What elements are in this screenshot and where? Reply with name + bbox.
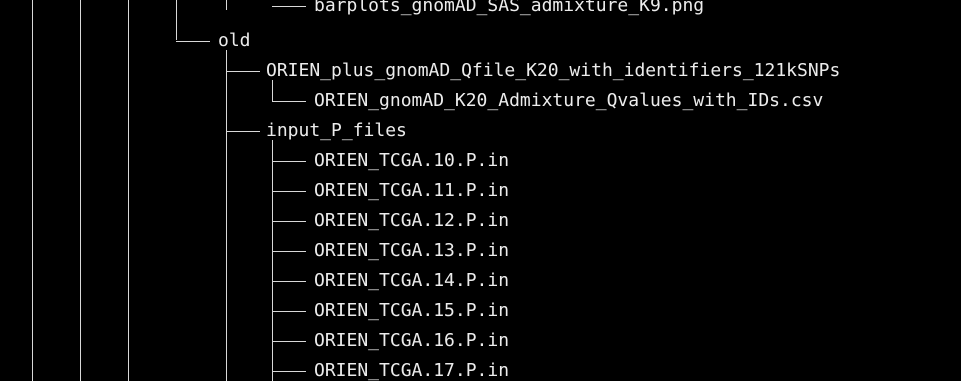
tree-entry-label: ORIEN_TCGA.10.P.in [314,150,510,171]
tree-entry[interactable]: old [0,26,961,56]
tree-entry[interactable]: ORIEN_gnomAD_K20_Admixture_Qvalues_with_… [0,86,961,116]
tree-entry-label: ORIEN_TCGA.16.P.in [314,330,510,351]
tree-entry-label: ORIEN_TCGA.12.P.in [314,210,510,231]
tree-entry-label: ORIEN_TCGA.13.P.in [314,240,510,261]
tree-entry-label: ORIEN_TCGA.11.P.in [314,180,510,201]
tree-entry[interactable]: ORIEN_TCGA.15.P.in [0,296,961,326]
tree-entry-label: old [218,30,251,51]
tree-entry[interactable]: barplots_gnomAD_SAS_admixture_K9.png [0,0,961,21]
tree-entry-label: ORIEN_TCGA.17.P.in [314,360,510,381]
tree-entry[interactable]: ORIEN_TCGA.10.P.in [0,146,961,176]
tree-entry-label: ORIEN_plus_gnomAD_Qfile_K20_with_identif… [266,60,841,81]
tree-entry-label: ORIEN_TCGA.14.P.in [314,270,510,291]
tree-entry-label: ORIEN_TCGA.15.P.in [314,300,510,321]
tree-entry-label: barplots_gnomAD_SAS_admixture_K9.png [314,0,705,16]
tree-entry[interactable]: ORIEN_TCGA.11.P.in [0,176,961,206]
tree-entry[interactable]: ORIEN_TCGA.16.P.in [0,326,961,356]
tree-entry-label: ORIEN_gnomAD_K20_Admixture_Qvalues_with_… [314,90,824,111]
tree-entry[interactable]: ORIEN_TCGA.13.P.in [0,236,961,266]
tree-entry[interactable]: input_P_files [0,116,961,146]
tree-entry[interactable]: ORIEN_TCGA.14.P.in [0,266,961,296]
tree-entry-label: input_P_files [266,120,407,141]
tree-entry[interactable]: ORIEN_TCGA.12.P.in [0,206,961,236]
tree-entry[interactable]: ORIEN_TCGA.17.P.in [0,356,961,381]
terminal-window[interactable]: barplots_gnomAD_SAS_admixture_K9.png old… [0,0,961,381]
tree-entry[interactable]: ORIEN_plus_gnomAD_Qfile_K20_with_identif… [0,56,961,86]
